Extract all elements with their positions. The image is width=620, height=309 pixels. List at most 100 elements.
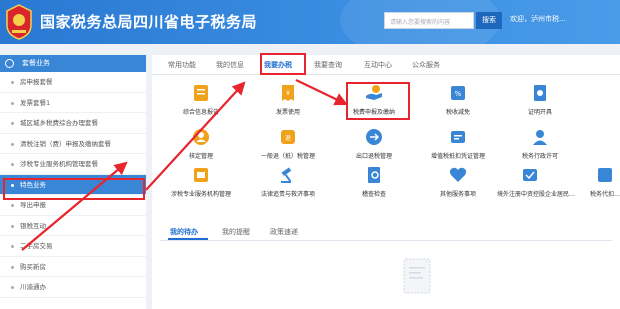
func-label: 一般退（抵）税管理 — [260, 153, 315, 160]
bullet-icon — [11, 101, 14, 105]
invoice-icon: ¥ — [282, 85, 294, 101]
site-header: 国家税务总局四川省电子税务局 请输入您要搜索的内容 搜索 欢迎，泸州市税… — [0, 0, 620, 44]
site-title: 国家税务总局四川省电子税务局 — [40, 13, 258, 31]
func-invoice-use[interactable]: ¥ 发票使用 — [255, 83, 321, 116]
sidebar-item-label: 清税注销（费）申报及缴纳套餐 — [20, 139, 111, 148]
func-label: 发票使用 — [275, 109, 300, 116]
func-agency-management[interactable]: 涉税专业服务机构管理 — [168, 165, 234, 198]
vat-voucher-icon — [451, 131, 465, 143]
sidebar-item-label: 川渝通办 — [20, 283, 46, 291]
svg-text:退: 退 — [285, 134, 291, 142]
sidebar-item-second-hand-house[interactable]: 二手房交易 — [0, 236, 146, 257]
approval-icon — [193, 129, 209, 145]
func-label: 税务代扣… — [589, 191, 620, 198]
func-label: 涉税专业服务机构管理 — [170, 191, 231, 198]
bullet-icon — [11, 286, 14, 289]
tax-bureau-logo-icon — [6, 4, 32, 40]
sidebar-item-label: 房申报套餐 — [20, 78, 53, 86]
func-tax-relief[interactable]: % 税收减免 — [425, 83, 491, 116]
inspection-icon — [368, 167, 380, 183]
highlight-handle-tax-tab — [260, 53, 306, 75]
func-admin-license[interactable]: 税务行政许可 — [507, 127, 573, 160]
tab-my-todo[interactable]: 我的待办 — [170, 227, 198, 237]
bullet-icon — [11, 265, 14, 269]
sidebar-heading[interactable]: 套餐业务 — [0, 55, 146, 72]
func-info-report[interactable]: 综合信息报告 — [168, 83, 234, 116]
sidebar-item-bank-tax[interactable]: 银税互动 — [0, 216, 146, 236]
tab-interaction-center[interactable]: 互动中心 — [364, 60, 392, 70]
sidebar-heading-label: 套餐业务 — [22, 59, 50, 67]
sidebar-item-house-declare[interactable]: 房申报套餐 — [0, 72, 146, 93]
func-label: 核定管理 — [188, 153, 213, 160]
tab-my-reminders[interactable]: 我的提醒 — [222, 227, 250, 237]
bullet-icon — [11, 245, 14, 248]
func-export-refund[interactable]: 出口退税管理 — [341, 127, 407, 160]
refund-icon: 退 — [281, 130, 295, 144]
func-certificate[interactable]: 证明开具 — [507, 83, 573, 116]
tab-public-service[interactable]: 公众服务 — [412, 60, 440, 70]
func-vat-voucher[interactable]: 增值税抵扣凭证管理 — [425, 127, 491, 160]
withholding-icon — [598, 168, 612, 182]
func-label: 法律追责与救济事项 — [260, 191, 315, 198]
search-button[interactable]: 搜索 — [476, 12, 502, 29]
sidebar-item-urban-rural[interactable]: 城区城乡税费综合办理套餐 — [0, 113, 146, 134]
empty-document-icon — [403, 258, 431, 294]
svg-text:%: % — [455, 90, 462, 98]
bullet-icon — [11, 81, 14, 84]
sidebar-item-label: 购买新房 — [20, 262, 46, 271]
func-label: 证明开具 — [527, 109, 552, 116]
svg-text:¥: ¥ — [286, 90, 290, 97]
tab-common-functions[interactable]: 常用功能 — [168, 60, 196, 70]
highlight-tax-declare — [346, 82, 410, 120]
bullet-icon — [11, 163, 14, 166]
highlight-special-business — [3, 178, 145, 200]
sidebar-item-label: 二手房交易 — [20, 242, 53, 250]
info-report-icon — [194, 85, 208, 101]
func-legal[interactable]: 法律追责与救济事项 — [255, 165, 321, 198]
welcome-user-text[interactable]: 欢迎，泸州市税… — [510, 14, 566, 24]
package-icon — [5, 59, 14, 68]
tab-my-info[interactable]: 我的信息 — [216, 60, 244, 70]
sidebar-item-sichuan-chongqing[interactable]: 川渝通办 — [0, 277, 146, 298]
func-other-service[interactable]: 其他服务事项 — [425, 165, 491, 198]
export-refund-icon — [366, 129, 382, 145]
sidebar-item-deregistration[interactable]: 清税注销（费）申报及缴纳套餐 — [0, 134, 146, 154]
func-withholding[interactable]: 税务代扣… — [572, 165, 620, 198]
bullet-icon — [11, 224, 14, 228]
sidebar-item-label: 城区城乡税费综合办理套餐 — [20, 119, 98, 127]
tab-query[interactable]: 我要查询 — [314, 60, 342, 70]
func-label: 出口退税管理 — [355, 153, 392, 160]
func-label: 其他服务事项 — [439, 191, 476, 198]
todo-tabs: 我的待办 我的提醒 政策速递 — [160, 225, 612, 241]
sidebar-item-new-house[interactable]: 购买新房 — [0, 257, 146, 277]
sidebar-item-label: 发票套餐1 — [20, 98, 51, 107]
tax-relief-icon: % — [451, 86, 465, 100]
func-refund-management[interactable]: 退 一般退（抵）税管理 — [255, 127, 321, 160]
func-label: 境外注册中资控股企业居民… — [497, 191, 576, 198]
func-label: 税务行政许可 — [521, 153, 558, 160]
func-approval-management[interactable]: 核定管理 — [168, 127, 234, 160]
search-input[interactable]: 请输入您要搜索的内容 — [384, 12, 474, 29]
bullet-icon — [11, 204, 14, 207]
sidebar-item-label: 导出申报 — [20, 201, 46, 209]
bullet-icon — [11, 142, 14, 146]
func-label: 综合信息报告 — [182, 109, 219, 116]
overseas-icon — [523, 169, 537, 181]
certificate-icon — [534, 85, 546, 101]
sidebar-item-agency-management[interactable]: 涉税专业服务机构管理套餐 — [0, 154, 146, 175]
agency-icon — [194, 168, 208, 182]
sidebar-item-label: 涉税专业服务机构管理套餐 — [20, 160, 98, 168]
main-tabs: 常用功能 我的信息 我要办税 我要查询 互动中心 公众服务 — [152, 55, 620, 75]
func-overseas-enterprise[interactable]: 境外注册中资控股企业居民… — [497, 165, 576, 198]
legal-icon — [281, 167, 292, 183]
func-label: 增值税抵扣凭证管理 — [430, 153, 485, 160]
bullet-icon — [11, 122, 14, 125]
sidebar-item-invoice-package[interactable]: 发票套餐1 — [0, 93, 146, 113]
other-service-icon — [449, 167, 467, 182]
func-label: 税收减免 — [445, 109, 470, 116]
sidebar-item-label: 银税互动 — [20, 221, 46, 230]
func-inspection[interactable]: 稽查检查 — [341, 165, 407, 198]
tab-policy-express[interactable]: 政策速递 — [270, 227, 298, 237]
active-tab-indicator — [168, 238, 208, 240]
admin-license-icon — [533, 130, 547, 145]
